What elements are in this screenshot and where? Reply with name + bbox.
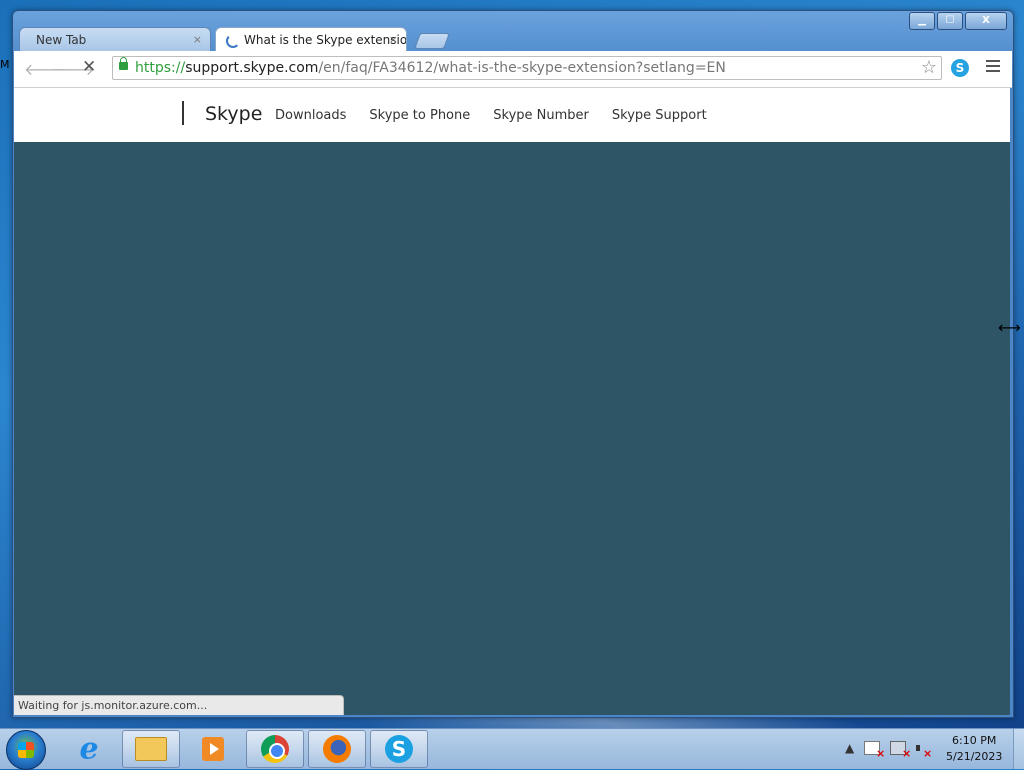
- taskbar-internet-explorer[interactable]: e: [60, 730, 118, 768]
- tab-strip: New Tab × What is the Skype extensio ×: [19, 27, 999, 51]
- tab-close-icon[interactable]: ×: [389, 28, 398, 51]
- nav-link-skype-to-phone[interactable]: Skype to Phone: [369, 108, 470, 123]
- taskbar-chrome[interactable]: [246, 730, 304, 768]
- action-center-icon[interactable]: [864, 741, 885, 760]
- address-bar[interactable]: https://support.skype.com/en/faq/FA34612…: [112, 56, 942, 80]
- site-header: Skype Downloads Skype to Phone Skype Num…: [14, 88, 1010, 142]
- browser-window: ▁ ☐ X New Tab × What is the Skype extens…: [12, 10, 1014, 718]
- url-scheme: https://: [135, 60, 186, 76]
- site-brand[interactable]: Skype: [205, 103, 262, 125]
- skype-extension-icon[interactable]: S: [951, 59, 969, 77]
- menu-icon[interactable]: [986, 60, 1000, 75]
- nav-link-downloads[interactable]: Downloads: [275, 108, 346, 123]
- system-tray: ▲: [845, 741, 940, 760]
- stop-icon[interactable]: ✕: [82, 57, 96, 77]
- page-content: Skype Downloads Skype to Phone Skype Num…: [14, 88, 1010, 715]
- url-host: support.skype.com: [185, 60, 319, 76]
- taskbar-skype[interactable]: S: [370, 730, 428, 768]
- taskbar-media-player[interactable]: [184, 730, 242, 768]
- folder-icon: [135, 737, 167, 761]
- tab-new-tab[interactable]: New Tab ×: [19, 27, 211, 51]
- volume-muted-icon[interactable]: [916, 742, 932, 760]
- desktop-icon-label: M: [0, 58, 10, 71]
- tray-expand-icon[interactable]: ▲: [845, 741, 854, 755]
- media-player-icon: [202, 737, 224, 761]
- clock-date: 5/21/2023: [946, 750, 1003, 763]
- taskbar: e S ▲ 6:10 PM 5/21/2023: [0, 728, 1024, 770]
- show-desktop-button[interactable]: [1013, 729, 1024, 769]
- taskbar-clock[interactable]: 6:10 PM 5/21/2023: [946, 733, 1002, 765]
- new-tab-button[interactable]: [414, 33, 450, 49]
- lock-icon: [119, 57, 128, 70]
- url-path: /en/faq/FA34612/what-is-the-skype-extens…: [318, 60, 726, 76]
- taskbar-windows-explorer[interactable]: [122, 730, 180, 768]
- browser-toolbar: 🡐 🡒 ✕ https://support.skype.com/en/faq/F…: [14, 51, 1012, 88]
- header-divider: [182, 101, 184, 125]
- chrome-icon: [261, 735, 289, 763]
- loading-spinner-icon: [226, 34, 240, 48]
- firefox-icon: [323, 735, 351, 763]
- status-bubble: Waiting for js.monitor.azure.com...: [14, 695, 344, 715]
- network-icon[interactable]: [890, 741, 911, 760]
- tab-title: What is the Skype extensio: [244, 33, 407, 47]
- tab-close-icon[interactable]: ×: [193, 28, 202, 51]
- taskbar-firefox[interactable]: [308, 730, 366, 768]
- clock-time: 6:10 PM: [952, 734, 997, 747]
- skype-icon: S: [385, 735, 413, 763]
- resize-cursor-icon: ⟷: [998, 318, 1021, 337]
- tab-skype-extension[interactable]: What is the Skype extensio ×: [215, 27, 407, 51]
- nav-link-skype-support[interactable]: Skype Support: [612, 108, 707, 123]
- nav-link-skype-number[interactable]: Skype Number: [493, 108, 589, 123]
- internet-explorer-icon: e: [79, 731, 99, 767]
- tab-title: New Tab: [36, 33, 87, 47]
- star-icon[interactable]: ☆: [921, 57, 937, 79]
- start-button[interactable]: [6, 730, 46, 770]
- site-nav: Downloads Skype to Phone Skype Number Sk…: [275, 108, 730, 123]
